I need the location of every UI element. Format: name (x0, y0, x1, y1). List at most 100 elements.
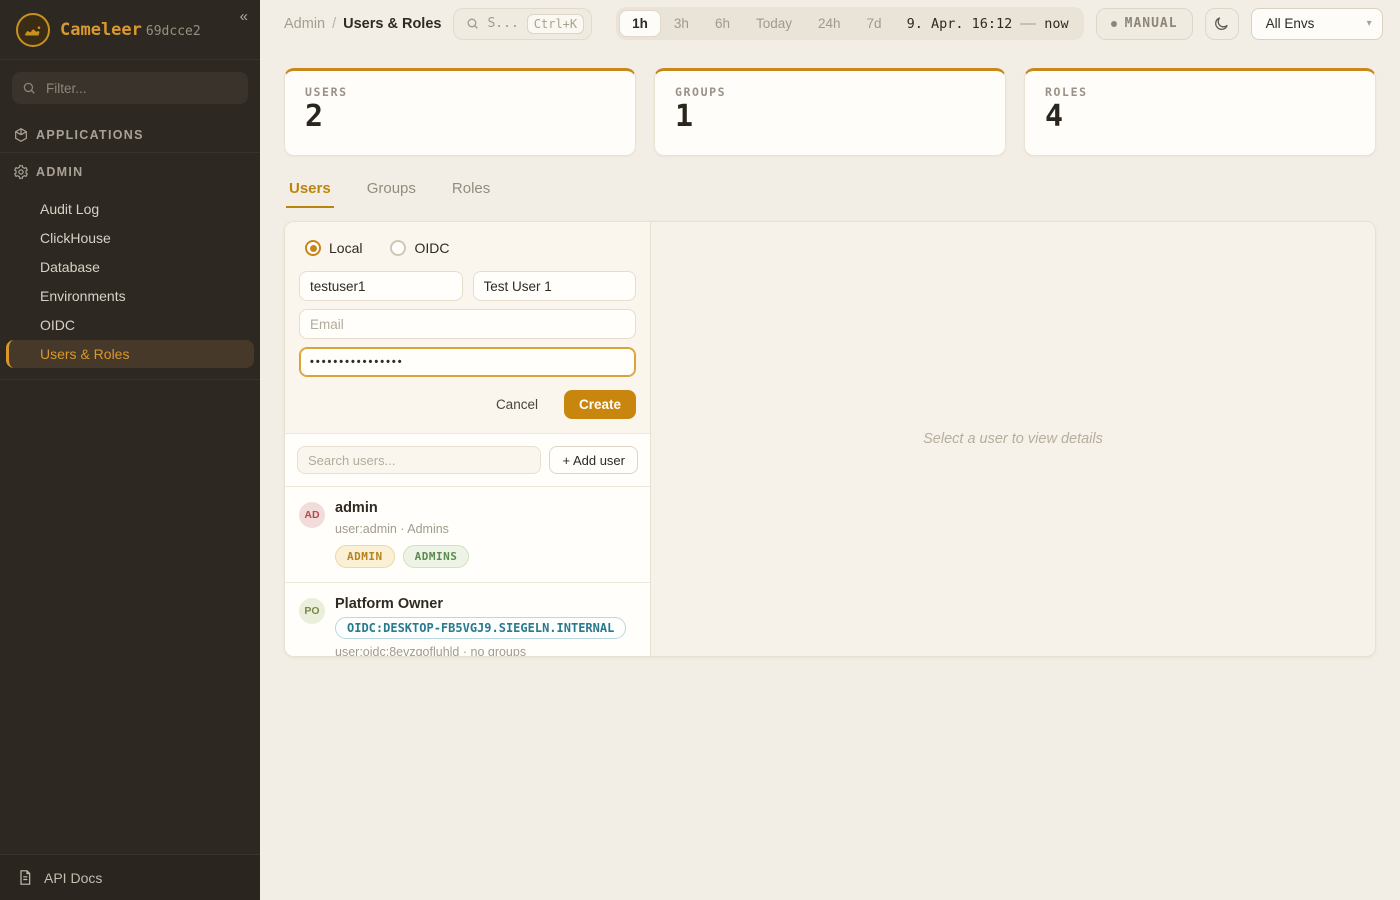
sidebar-section-admin[interactable]: ADMIN (0, 153, 260, 189)
environment-value: All Envs (1266, 16, 1315, 31)
time-range-6h[interactable]: 6h (702, 10, 743, 37)
user-search-row: + Add user (285, 434, 650, 487)
sidebar-footer-api-docs[interactable]: API Docs (0, 854, 260, 900)
sidebar-item-oidc[interactable]: OIDC (6, 311, 254, 339)
user-row-admin[interactable]: AD admin user:admin · Admins ADMIN ADMIN… (285, 487, 650, 583)
user-name: Platform Owner (335, 596, 626, 612)
time-range-24h[interactable]: 24h (805, 10, 854, 37)
time-from-value[interactable]: 9. Apr. 16:12 (895, 16, 1019, 32)
user-row-body: Platform Owner OIDC:DESKTOP-FB5VGJ9.SIEG… (335, 596, 626, 656)
users-panel: Local OIDC (284, 221, 1376, 657)
stat-value: 4 (1045, 102, 1355, 132)
environment-select[interactable]: All Envs ▾ (1251, 8, 1383, 40)
topbar-right: MANUAL All Envs ▾ admin AD (1096, 8, 1400, 40)
sidebar-spacer (0, 380, 260, 854)
time-range-1h[interactable]: 1h (619, 10, 661, 37)
breadcrumb: Admin / Users & Roles (284, 16, 441, 32)
user-source-radio-group: Local OIDC (299, 240, 636, 256)
page-content: USERS 2 GROUPS 1 ROLES 4 Users Groups Ro… (260, 47, 1400, 900)
radio-oidc[interactable]: OIDC (390, 240, 449, 256)
search-icon (22, 81, 36, 95)
chevron-down-icon: ▾ (1367, 18, 1372, 29)
sidebar-item-database[interactable]: Database (6, 253, 254, 281)
users-left-column: Local OIDC (285, 222, 651, 656)
shortcut-badge: Ctrl+K (527, 14, 584, 34)
time-range-3h[interactable]: 3h (661, 10, 702, 37)
radio-label: Local (329, 240, 362, 256)
app-root: Cameleer69dcce2 « APPLICATIONS ADMIN Aud… (0, 0, 1400, 900)
sidebar-item-audit-log[interactable]: Audit Log (6, 195, 254, 223)
api-docs-label: API Docs (44, 870, 102, 886)
stat-value: 1 (675, 102, 985, 132)
time-range-7d[interactable]: 7d (854, 10, 895, 37)
search-icon (466, 17, 479, 30)
stat-value: 2 (305, 102, 615, 132)
main-area: Admin / Users & Roles S... Ctrl+K 1h 3h … (260, 0, 1400, 900)
create-button[interactable]: Create (564, 390, 636, 419)
sidebar-header: Cameleer69dcce2 « (0, 0, 260, 60)
search-label: S... (487, 16, 518, 31)
brand: Cameleer69dcce2 (60, 20, 201, 40)
user-row-body: admin user:admin · Admins ADMIN ADMINS (335, 500, 469, 568)
empty-state-message: Select a user to view details (923, 431, 1103, 447)
create-user-form: Local OIDC (285, 222, 650, 434)
avatar: AD (299, 502, 325, 528)
time-to-value[interactable]: now (1038, 16, 1080, 32)
gear-icon (13, 164, 29, 180)
radio-label: OIDC (414, 240, 449, 256)
topbar: Admin / Users & Roles S... Ctrl+K 1h 3h … (260, 0, 1400, 47)
form-actions: Cancel Create (299, 390, 636, 419)
cancel-button[interactable]: Cancel (490, 396, 544, 413)
refresh-mode-button[interactable]: MANUAL (1096, 8, 1193, 40)
display-name-field[interactable] (473, 271, 637, 301)
add-user-button[interactable]: + Add user (549, 446, 638, 474)
global-search-button[interactable]: S... Ctrl+K (453, 8, 592, 40)
cube-icon (13, 127, 29, 143)
user-row-platform-owner[interactable]: PO Platform Owner OIDC:DESKTOP-FB5VGJ9.S… (285, 583, 650, 656)
filter-input[interactable] (44, 80, 238, 97)
sidebar-item-environments[interactable]: Environments (6, 282, 254, 310)
radio-circle-icon (305, 240, 321, 256)
tab-roles[interactable]: Roles (449, 173, 493, 208)
username-field[interactable] (299, 271, 463, 301)
sidebar: Cameleer69dcce2 « APPLICATIONS ADMIN Aud… (0, 0, 260, 900)
stat-card-groups: GROUPS 1 (654, 68, 1006, 156)
tab-groups[interactable]: Groups (364, 173, 419, 208)
sidebar-nav: Audit Log ClickHouse Database Environmen… (0, 189, 260, 379)
moon-icon (1213, 15, 1230, 32)
radio-local[interactable]: Local (305, 240, 362, 256)
time-range-today[interactable]: Today (743, 10, 805, 37)
email-field[interactable] (299, 309, 636, 339)
breadcrumb-page: Users & Roles (343, 16, 441, 32)
status-dot-icon (1111, 21, 1117, 27)
stat-label: ROLES (1045, 85, 1355, 99)
time-separator: — (1018, 15, 1038, 33)
oidc-issuer-badge: OIDC:DESKTOP-FB5VGJ9.SIEGELN.INTERNAL (335, 617, 626, 639)
user-list: AD admin user:admin · Admins ADMIN ADMIN… (285, 487, 650, 656)
refresh-mode-label: MANUAL (1125, 16, 1178, 31)
stat-card-roles: ROLES 4 (1024, 68, 1376, 156)
group-badge-admins: ADMINS (403, 545, 470, 568)
tab-bar: Users Groups Roles (284, 173, 1376, 208)
user-subtitle: user:admin · Admins (335, 522, 469, 536)
time-range-picker: 1h 3h 6h Today 24h 7d 9. Apr. 16:12 — no… (616, 7, 1083, 40)
breadcrumb-admin[interactable]: Admin (284, 16, 325, 32)
section-label: ADMIN (36, 165, 83, 179)
sidebar-item-clickhouse[interactable]: ClickHouse (6, 224, 254, 252)
stats-row: USERS 2 GROUPS 1 ROLES 4 (284, 68, 1376, 156)
avatar: PO (299, 598, 325, 624)
theme-toggle-button[interactable] (1205, 8, 1239, 40)
sidebar-item-users-roles[interactable]: Users & Roles (6, 340, 254, 368)
breadcrumb-separator: / (332, 16, 336, 32)
role-badge-admin: ADMIN (335, 545, 395, 568)
sidebar-section-applications[interactable]: APPLICATIONS (0, 116, 260, 152)
stat-label: GROUPS (675, 85, 985, 99)
user-name: admin (335, 500, 469, 516)
cameleer-logo-icon (16, 13, 50, 47)
brand-name: Cameleer (60, 20, 142, 40)
sidebar-filter (12, 72, 248, 104)
tab-users[interactable]: Users (286, 173, 334, 208)
password-field[interactable] (299, 347, 636, 377)
sidebar-collapse-icon[interactable]: « (240, 8, 248, 25)
search-users-input[interactable] (297, 446, 541, 474)
